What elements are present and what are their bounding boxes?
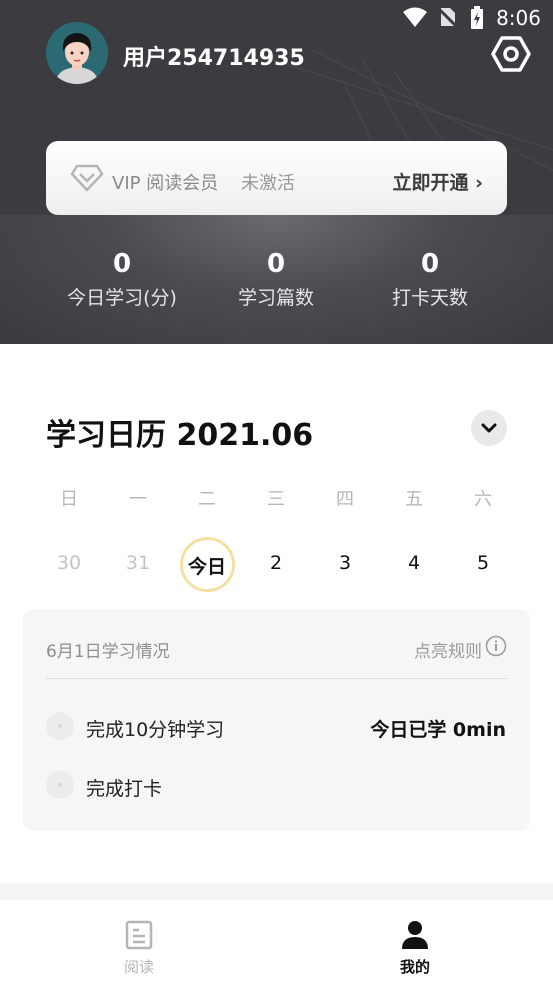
daily-summary-card: 6月1日学习情况 点亮规则 完成10分钟学习 今日已学 0min 完成打卡 bbox=[23, 609, 530, 831]
calendar-day[interactable]: 3 bbox=[315, 552, 375, 574]
avatar[interactable] bbox=[46, 22, 108, 84]
status-time: 8:06 bbox=[496, 6, 541, 30]
weekday-label: 五 bbox=[405, 489, 423, 510]
tab-label: 我的 bbox=[399, 958, 430, 976]
weekday-label: 六 bbox=[474, 489, 492, 510]
vip-open-label: 立即开通 bbox=[392, 172, 469, 194]
no-sim-icon bbox=[436, 6, 458, 28]
avatar-illustration bbox=[46, 22, 108, 84]
stat-value: 0 bbox=[112, 249, 132, 279]
stats-panel: 0 今日学习(分) 0 学习篇数 0 打卡天数 bbox=[0, 215, 553, 344]
profile-page: 8:06 用户254714935 VIP 阅读会员 未激活 立即开通 › 0 今… bbox=[0, 0, 553, 983]
vip-open-button[interactable]: 立即开通 › bbox=[393, 168, 483, 195]
calendar-day[interactable]: 4 bbox=[384, 552, 444, 574]
calendar-day[interactable]: 31 bbox=[108, 552, 168, 574]
tab-mine[interactable]: 我的 bbox=[355, 900, 475, 983]
settings-icon[interactable] bbox=[491, 34, 531, 74]
person-icon bbox=[402, 921, 428, 949]
calendar-day-today[interactable]: 今日 bbox=[177, 552, 237, 579]
wifi-icon bbox=[403, 7, 427, 27]
info-icon[interactable] bbox=[485, 635, 507, 657]
section-separator bbox=[0, 883, 553, 900]
stat-label: 学习篇数 bbox=[237, 287, 314, 309]
task-status-dot bbox=[46, 712, 74, 740]
profile-header: 8:06 用户254714935 VIP 阅读会员 未激活 立即开通 › 0 今… bbox=[0, 0, 553, 344]
chevron-down-icon bbox=[481, 423, 497, 433]
task-label: 完成打卡 bbox=[86, 778, 163, 800]
task-label: 完成10分钟学习 bbox=[86, 719, 225, 741]
stat-value: 0 bbox=[420, 249, 440, 279]
username: 用户254714935 bbox=[123, 46, 305, 71]
divider bbox=[46, 678, 507, 679]
today-studied-time: 今日已学 0min bbox=[370, 719, 506, 741]
calendar-day[interactable]: 5 bbox=[453, 552, 513, 574]
stat-checkin-days: 0 打卡天数 bbox=[340, 215, 520, 310]
calendar-title: 学习日历 2021.06 bbox=[46, 418, 314, 453]
stat-label: 今日学习(分) bbox=[67, 287, 177, 309]
summary-title: 6月1日学习情况 bbox=[46, 642, 170, 662]
weekday-label: 四 bbox=[336, 489, 354, 510]
bottom-tab-bar: 阅读 我的 bbox=[0, 900, 553, 983]
calendar-day[interactable]: 2 bbox=[246, 552, 306, 574]
stat-articles: 0 学习篇数 bbox=[186, 215, 366, 310]
tab-label: 阅读 bbox=[123, 958, 154, 976]
vip-title: VIP 阅读会员 bbox=[112, 173, 219, 194]
status-bar: 8:06 bbox=[353, 0, 553, 38]
rules-link[interactable]: 点亮规则 bbox=[414, 637, 482, 662]
stat-value: 0 bbox=[266, 249, 286, 279]
stat-study-minutes: 0 今日学习(分) bbox=[32, 215, 212, 310]
weekday-label: 一 bbox=[129, 489, 147, 510]
weekday-label: 日 bbox=[60, 489, 78, 510]
weekday-label: 三 bbox=[267, 489, 285, 510]
document-icon bbox=[125, 920, 153, 950]
diamond-icon bbox=[70, 164, 104, 192]
battery-charging-icon bbox=[471, 6, 483, 29]
weekday-label: 二 bbox=[198, 489, 216, 510]
stat-label: 打卡天数 bbox=[391, 287, 468, 309]
calendar-expand-button[interactable] bbox=[471, 410, 507, 446]
task-status-dot bbox=[46, 771, 74, 799]
tab-read[interactable]: 阅读 bbox=[79, 900, 199, 983]
calendar-day[interactable]: 30 bbox=[39, 552, 99, 574]
chevron-right-icon: › bbox=[475, 172, 483, 194]
vip-membership-card[interactable]: VIP 阅读会员 未激活 立即开通 › bbox=[46, 141, 507, 215]
vip-status: 未激活 bbox=[241, 173, 295, 194]
